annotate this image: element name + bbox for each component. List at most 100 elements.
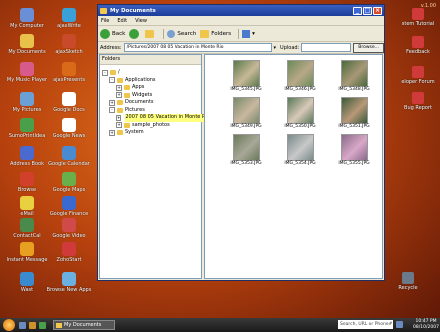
photo-thumbnail-image <box>232 97 260 124</box>
tree-node[interactable]: - / <box>102 69 201 77</box>
desktop-icon[interactable]: Google Video <box>44 218 94 239</box>
file-thumbnail[interactable]: IMG_5355.JPG <box>327 134 381 167</box>
tree-node[interactable]: +2007 08 05 Vacation in Monte Rio <box>102 114 210 122</box>
back-button[interactable]: Back <box>100 28 125 39</box>
app-icon <box>412 66 424 78</box>
taskbar-search-input[interactable]: Search, URL or Phone# <box>338 320 393 329</box>
folder-tree: - / - Applications + Apps + Widgets + Documents - P… <box>100 65 210 137</box>
expand-icon[interactable]: + <box>116 114 122 121</box>
quicklaunch-browser-icon[interactable] <box>29 321 36 329</box>
folder-icon <box>100 7 107 14</box>
app-icon <box>20 172 34 186</box>
file-thumbnail[interactable]: IMG_5348.JPG <box>327 60 381 93</box>
toolbar-separator <box>163 28 165 39</box>
file-thumbnail[interactable]: IMG_5346.JPG <box>273 60 327 93</box>
forward-arrow-icon <box>129 28 140 39</box>
upload-input[interactable] <box>301 43 352 52</box>
app-icon <box>62 62 76 76</box>
taskbar-item-my-documents[interactable]: My Documents <box>53 320 115 330</box>
file-thumbnail[interactable]: IMG_5349.JPG <box>219 97 273 130</box>
address-go-icon[interactable]: ▾ <box>274 45 277 51</box>
desktop-icon[interactable]: Google Maps <box>44 172 94 193</box>
tree-node-label: Pictures <box>125 106 145 113</box>
tree-node[interactable]: + sample_photos <box>102 122 201 130</box>
app-icon <box>20 92 34 106</box>
menu-bar: File Edit View <box>98 16 384 26</box>
app-icon <box>62 218 76 232</box>
collapse-icon[interactable]: - <box>109 107 115 114</box>
expand-icon[interactable]: + <box>109 99 115 106</box>
folder-icon <box>117 77 123 83</box>
maximize-button[interactable]: □ <box>363 6 372 15</box>
tree-node[interactable]: - Applications <box>102 77 201 85</box>
desktop-icon[interactable]: Browse New Apps <box>44 272 94 293</box>
expand-icon[interactable]: + <box>116 92 122 99</box>
tree-node-label: Apps <box>132 84 145 90</box>
desktop-icon[interactable]: ajaxWrite <box>44 8 94 29</box>
desktop-icon[interactable]: Google Docs <box>44 92 94 113</box>
toolbar-separator <box>238 28 240 39</box>
views-button[interactable]: ▾ <box>242 29 255 38</box>
file-name: IMG_5346.JPG <box>284 87 316 92</box>
desktop-icon[interactable]: ajaxSketch <box>44 34 94 55</box>
quicklaunch-desktop-icon[interactable] <box>19 321 26 329</box>
app-icon <box>62 172 76 186</box>
desktop-icon[interactable]: Feedback <box>396 36 440 55</box>
taskbar: My Documents Search, URL or Phone# 10:47… <box>0 318 440 332</box>
quicklaunch-app-icon[interactable] <box>39 321 46 329</box>
app-icon <box>20 272 34 286</box>
file-thumbnail[interactable]: IMG_5354.JPG <box>273 134 327 167</box>
address-input[interactable]: /Pictures/2007 08 05 Vacation in Monte R… <box>123 43 272 52</box>
desktop-icon-label: Google Docs <box>53 107 85 113</box>
expand-icon[interactable]: + <box>109 129 115 136</box>
search-button[interactable]: Search <box>167 29 196 38</box>
desktop-icon[interactable]: Bug Report <box>396 92 440 111</box>
desktop-icon[interactable]: Recycle <box>386 272 430 291</box>
file-name: IMG_5349.JPG <box>230 124 262 129</box>
desktop-icon[interactable]: stem Tutorial <box>396 8 440 27</box>
desktop-icon-label: Feedback <box>406 49 430 55</box>
file-thumbnail[interactable]: IMG_5350.JPG <box>273 97 327 130</box>
desktop-icon[interactable]: eloper Forum <box>396 66 440 85</box>
forward-button[interactable] <box>129 28 141 39</box>
explorer-panes: Folders - / - Applications + Apps + Widgets + Doc… <box>99 54 383 279</box>
window-titlebar[interactable]: My Documents _ □ × <box>98 5 384 16</box>
file-thumbnail[interactable]: IMG_5353.JPG <box>219 134 273 167</box>
desktop-icon[interactable]: Google News <box>44 118 94 139</box>
tree-node-label: / <box>118 69 120 75</box>
file-name: IMG_5354.JPG <box>284 161 316 166</box>
desktop-icon[interactable]: ajaxPresents <box>44 62 94 83</box>
desktop-icon[interactable]: ZohoStart <box>44 242 94 263</box>
desktop-icon-label: Google Calendar <box>48 161 90 167</box>
file-thumbnail[interactable]: IMG_5345.JPG <box>219 60 273 93</box>
tree-node[interactable]: + Documents <box>102 99 201 107</box>
tree-node[interactable]: + System <box>102 129 201 137</box>
folders-button[interactable]: Folders <box>200 29 231 38</box>
close-button[interactable]: × <box>373 6 382 15</box>
desktop-icon[interactable]: Google Finance <box>44 196 94 217</box>
explorer-window[interactable]: My Documents _ □ × File Edit View Back S… <box>97 4 385 281</box>
menu-view[interactable]: View <box>135 18 147 24</box>
collapse-icon[interactable]: - <box>109 77 115 84</box>
expand-icon[interactable]: + <box>116 122 122 129</box>
desktop-icon-label: Google Maps <box>52 187 86 193</box>
desktop-icon-label: eloper Forum <box>401 79 435 85</box>
file-thumbnail[interactable]: IMG_5351.JPG <box>327 97 381 130</box>
search-go-icon[interactable] <box>396 321 403 328</box>
browse-button[interactable]: Browse... <box>353 42 384 53</box>
desktop-icon[interactable]: Google Calendar <box>44 146 94 167</box>
expand-icon[interactable]: + <box>116 84 122 91</box>
file-view: IMG_5345.JPG IMG_5346.JPG IMG_5348.JPG IMG_… <box>204 54 383 279</box>
tree-node[interactable]: + Apps <box>102 84 201 92</box>
tree-node[interactable]: + Widgets <box>102 92 201 100</box>
app-icon <box>412 36 424 48</box>
desktop-icon-label: stem Tutorial <box>401 21 435 27</box>
menu-edit[interactable]: Edit <box>117 18 127 24</box>
folder-icon <box>124 85 130 91</box>
minimize-button[interactable]: _ <box>353 6 362 15</box>
up-folder-button[interactable] <box>145 29 156 38</box>
start-button[interactable] <box>3 319 15 331</box>
collapse-icon[interactable]: - <box>102 69 108 76</box>
tree-node[interactable]: - Pictures <box>102 107 201 115</box>
menu-file[interactable]: File <box>101 18 109 24</box>
